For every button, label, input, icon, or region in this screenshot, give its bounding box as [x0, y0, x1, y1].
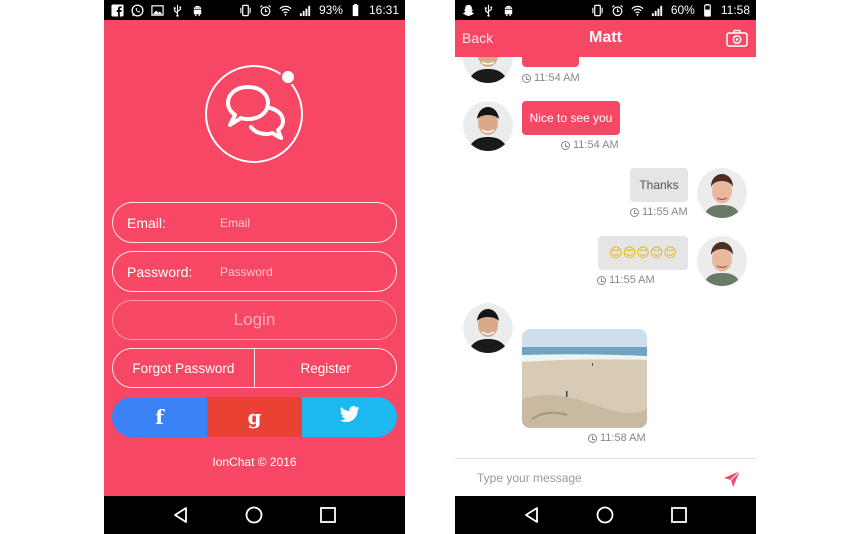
back-button[interactable]: Back: [462, 30, 493, 46]
recents-square-icon: [671, 507, 688, 523]
message-time: 11:55 AM: [630, 206, 688, 218]
avatar[interactable]: [697, 236, 747, 286]
forgot-password-button[interactable]: Forgot Password: [113, 349, 254, 387]
avatar[interactable]: [463, 303, 513, 353]
twitter-login-button[interactable]: [302, 397, 397, 437]
copyright-text: IonChat © 2016: [212, 455, 297, 469]
wifi-icon: [279, 3, 293, 17]
email-label: Email:: [127, 214, 166, 231]
gallery-icon: [150, 3, 164, 17]
whatsapp-icon: [130, 3, 144, 17]
signal-icon: [651, 3, 665, 17]
message-input[interactable]: [477, 470, 707, 485]
message-time: 11:54 AM: [522, 72, 580, 84]
home-circle-icon: [597, 506, 614, 524]
home-circle-icon: [246, 506, 263, 524]
clock-icon: [561, 140, 570, 150]
back-triangle-icon: [524, 507, 538, 523]
camera-button[interactable]: [726, 29, 748, 47]
message-list: 11:54 AM Nice to see you 11:54 AM Thanks…: [455, 57, 756, 458]
wifi-icon: [631, 3, 645, 17]
nav-recents-button[interactable]: [315, 502, 341, 528]
nav-recents-button[interactable]: [666, 502, 692, 528]
register-button[interactable]: Register: [255, 349, 396, 387]
android-icon: [190, 3, 204, 17]
recents-square-icon: [320, 507, 337, 523]
clock-time: 11:58: [720, 3, 750, 17]
snapchat-icon: [461, 3, 475, 17]
twitter-icon: [339, 406, 360, 428]
nav-home-button[interactable]: [592, 502, 618, 528]
battery-percent: 93%: [318, 3, 343, 17]
send-button[interactable]: [722, 469, 742, 489]
login-screen: 93% 16:31 Email: Password: Login Forgot …: [104, 0, 405, 534]
clock-time: 16:31: [368, 3, 399, 17]
android-nav-bar: [104, 496, 405, 534]
alarm-icon: [611, 3, 625, 17]
back-triangle-icon: [173, 507, 187, 523]
status-bar: 93% 16:31: [104, 0, 405, 20]
clock-icon: [630, 207, 639, 217]
facebook-icon: f: [155, 405, 164, 429]
battery-icon: [349, 3, 363, 17]
avatar[interactable]: [463, 101, 513, 151]
email-input[interactable]: [220, 215, 380, 230]
page-title: Matt: [589, 29, 622, 46]
message-bubble: [522, 57, 579, 67]
facebook-login-button[interactable]: f: [112, 397, 207, 437]
camera-icon: [726, 29, 748, 47]
chat-header: Back Matt: [455, 20, 756, 57]
avatar[interactable]: [697, 168, 747, 218]
google-login-button[interactable]: g: [207, 397, 302, 437]
message-bubble: Thanks: [630, 168, 688, 202]
status-bar: 60% 11:58: [455, 0, 756, 20]
message-time: 11:58 AM: [588, 432, 646, 444]
android-nav-bar: [455, 496, 756, 534]
message-bubble: 😊😊😊😊😊: [598, 236, 688, 270]
password-label: Password:: [127, 263, 193, 280]
message-bubble: Nice to see you: [522, 101, 620, 135]
account-actions: Forgot Password Register: [112, 348, 397, 388]
chat-screen: 60% 11:58 Back Matt 11:54 AM Nice to see…: [455, 0, 756, 534]
password-input[interactable]: [220, 264, 380, 279]
chat-logo-icon: [204, 60, 308, 164]
alarm-icon: [259, 3, 273, 17]
usb-icon: [170, 3, 184, 17]
clock-icon: [597, 275, 606, 285]
password-field[interactable]: Password:: [112, 251, 397, 292]
message-composer: [455, 458, 756, 496]
clock-icon: [588, 433, 597, 443]
usb-icon: [481, 3, 495, 17]
nav-back-button[interactable]: [168, 502, 194, 528]
avatar[interactable]: [463, 57, 513, 83]
vibrate-icon: [239, 3, 253, 17]
facebook-icon: [110, 3, 124, 17]
message-time: 11:55 AM: [597, 274, 655, 286]
battery-icon: [701, 3, 715, 17]
login-button[interactable]: Login: [112, 300, 397, 340]
email-field[interactable]: Email:: [112, 202, 397, 243]
message-time: 11:54 AM: [561, 139, 619, 151]
battery-percent: 60%: [670, 3, 695, 17]
send-icon: [724, 470, 741, 487]
nav-back-button[interactable]: [519, 502, 545, 528]
social-login: f g: [112, 397, 397, 437]
android-icon: [501, 3, 515, 17]
google-icon: g: [247, 405, 262, 429]
nav-home-button[interactable]: [241, 502, 267, 528]
vibrate-icon: [591, 3, 605, 17]
clock-icon: [522, 73, 531, 83]
signal-icon: [299, 3, 313, 17]
beach-photo[interactable]: [522, 329, 647, 428]
